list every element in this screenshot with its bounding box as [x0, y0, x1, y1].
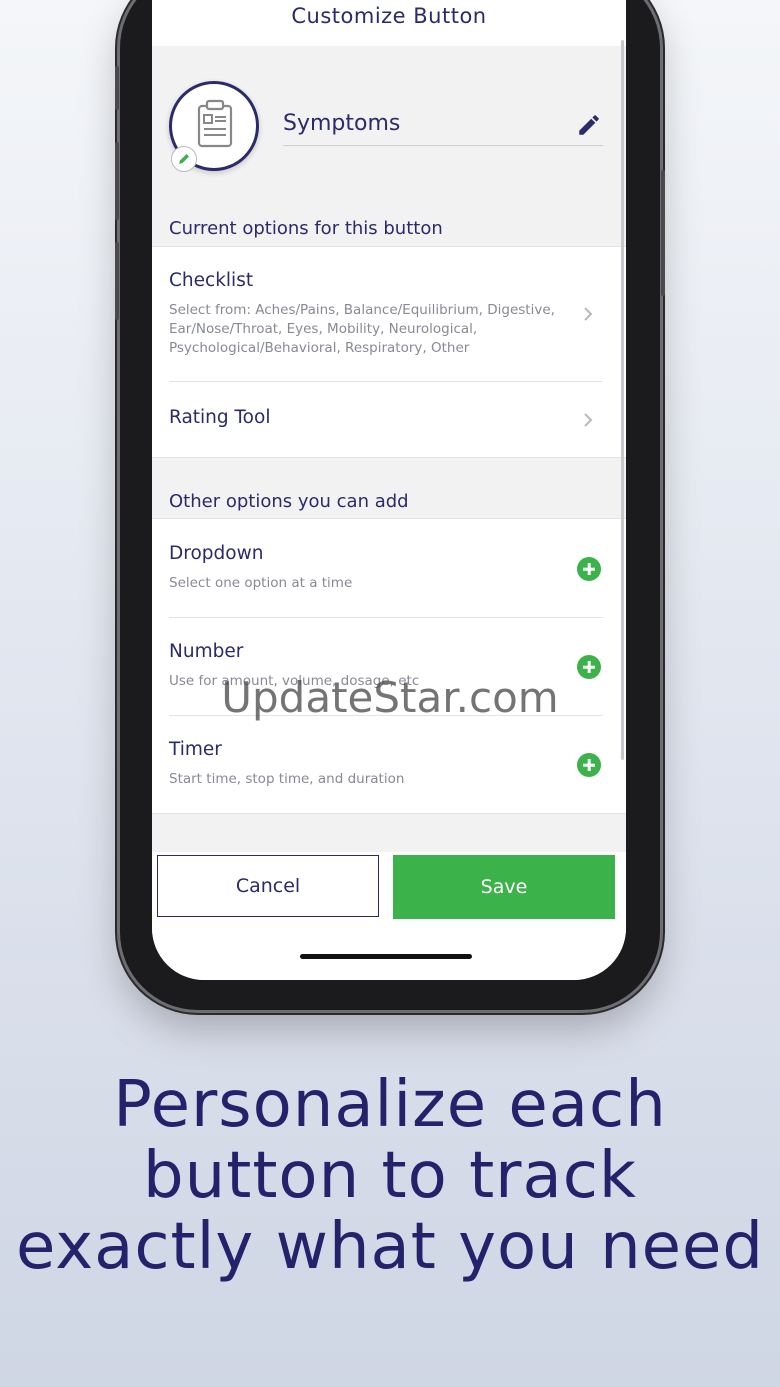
dropdown-title: Dropdown — [169, 543, 264, 564]
chevron-right-icon[interactable] — [582, 412, 594, 428]
volume-up-button — [115, 142, 119, 220]
checklist-description: Select from: Aches/Pains, Balance/Equili… — [169, 302, 555, 356]
name-underline — [283, 145, 603, 146]
row-divider — [169, 381, 603, 382]
headline-line-2: button to track — [143, 1139, 637, 1213]
cancel-button[interactable]: Cancel — [157, 855, 379, 917]
current-options-header: Current options for this button — [169, 218, 443, 239]
headline-line-3: exactly what you need — [15, 1210, 765, 1284]
button-name[interactable]: Symptoms — [283, 111, 400, 136]
watermark-text: UpdateStar.com — [221, 673, 559, 722]
timer-description: Start time, stop time, and duration — [169, 771, 405, 787]
dropdown-description: Select one option at a time — [169, 575, 353, 591]
row-divider — [169, 617, 603, 618]
save-button[interactable]: Save — [393, 855, 615, 919]
checklist-title[interactable]: Checklist — [169, 270, 253, 291]
add-timer-plus-icon[interactable] — [577, 753, 601, 777]
promo-headline: Personalize each button to track exactly… — [0, 1070, 780, 1283]
mute-switch — [115, 66, 119, 110]
other-options-list: Dropdown Select one option at a time Num… — [152, 518, 626, 814]
edit-name-pencil-icon[interactable] — [576, 112, 602, 138]
rating-tool-title[interactable]: Rating Tool — [169, 407, 270, 428]
number-title: Number — [169, 641, 244, 662]
volume-down-button — [115, 242, 119, 320]
other-options-header: Other options you can add — [169, 491, 409, 512]
app-screen: Customize Button Symptoms Current option… — [152, 0, 626, 980]
side-button — [661, 170, 665, 296]
home-indicator — [300, 954, 472, 959]
scrollbar[interactable] — [621, 40, 624, 760]
add-dropdown-plus-icon[interactable] — [577, 557, 601, 581]
chevron-right-icon[interactable] — [582, 306, 594, 322]
screen-title: Customize Button — [291, 4, 487, 28]
current-options-list: Checklist Select from: Aches/Pains, Bala… — [152, 246, 626, 458]
timer-title: Timer — [169, 739, 222, 760]
headline-line-1: Personalize each — [113, 1068, 667, 1142]
edit-icon-badge[interactable] — [171, 146, 197, 172]
navigation-bar: Customize Button — [152, 0, 626, 46]
pencil-icon — [179, 154, 189, 164]
